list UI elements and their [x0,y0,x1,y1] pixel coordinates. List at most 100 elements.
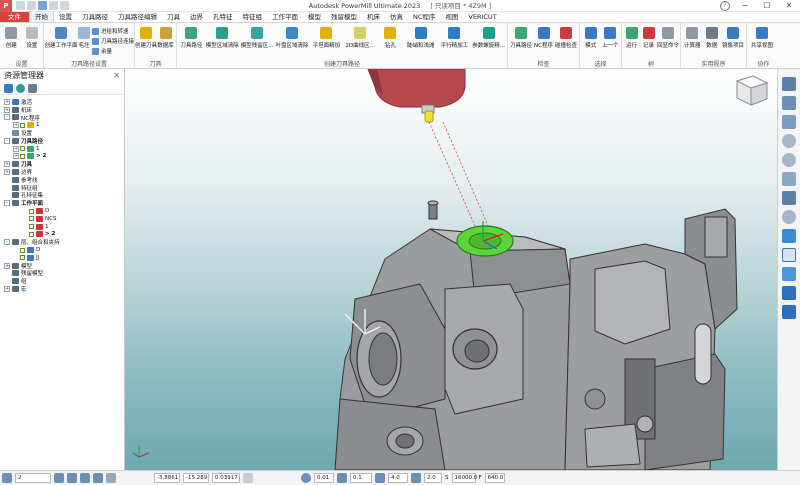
calculator-button[interactable]: 计算器 [683,25,701,49]
redo-icon[interactable] [60,1,69,10]
open-icon[interactable] [27,1,36,10]
tab-feature-groups[interactable]: 特征组 [238,12,268,22]
tolerance-field[interactable]: 0.01 [314,473,334,483]
select-icon[interactable] [782,286,796,300]
units-icon[interactable] [106,473,116,483]
select-mode-button[interactable]: 模式 [582,25,600,49]
stepdown-field[interactable]: 4.0 [388,473,408,483]
tree-node[interactable]: 设置 [0,129,124,137]
app-logo[interactable]: P [0,0,12,12]
previous-button[interactable]: 上一个 [602,25,620,49]
tab-tool[interactable]: 刀具 [162,12,185,22]
visibility-checkbox[interactable] [20,255,25,261]
tab-machine[interactable]: 机床 [362,12,385,22]
visibility-checkbox[interactable] [29,208,34,214]
save-icon[interactable] [38,1,47,10]
check-nc-button[interactable]: NC程序 [534,25,553,49]
drill-button[interactable]: 钻孔 [378,25,403,49]
steep-shallow-button[interactable]: 陡峭和浅滩 [405,25,437,49]
param-spiral-button[interactable]: 参数螺旋精... [472,25,505,49]
tab-stock-model[interactable]: 残留模型 [326,12,362,22]
tab-setup[interactable]: 设置 [54,12,77,22]
expand-toggle-icon[interactable]: + [4,106,10,113]
close-icon[interactable]: ✕ [113,71,120,80]
echo-button[interactable]: 回显命令 [657,25,679,49]
tree-node[interactable]: JJ [0,254,124,262]
curve-area-button[interactable]: 2D曲线区... [344,25,376,49]
tree-node[interactable]: - 层、组合和夹持 [0,238,124,246]
feed-rate-field[interactable]: 640.0 [484,473,505,483]
workplane-icon[interactable] [2,473,12,483]
spindle-speed-field[interactable]: 16000.0 [451,473,477,483]
tree-node[interactable]: - NC程序 [0,114,124,122]
parallel-finish-button[interactable]: 平行精加工 [438,25,470,49]
tree-node[interactable]: +1 [0,121,124,129]
expand-toggle-icon[interactable]: + [4,98,10,105]
globe-icon[interactable] [16,83,25,93]
tree-node[interactable]: 特征组 [0,184,124,192]
tab-nc-program[interactable]: NC程序 [408,12,440,22]
visibility-checkbox[interactable] [20,122,25,128]
visibility-checkbox[interactable] [20,153,25,159]
copy-icon[interactable] [243,473,253,483]
tree-node[interactable]: > 2 [0,231,124,239]
check-toolpath-button[interactable]: 刀具路径 [510,25,532,49]
tree-node[interactable]: + 机床 [0,106,124,114]
tree-node[interactable]: NCS [0,215,124,223]
shaded-icon[interactable] [782,229,796,243]
visibility-checkbox[interactable] [29,224,34,230]
toolpath-button[interactable]: 刀具路径 [179,25,204,49]
undo-icon[interactable] [49,1,58,10]
tree-node[interactable]: 组 [0,277,124,285]
tool-dia-icon[interactable] [411,473,421,483]
expand-toggle-icon[interactable]: - [4,114,10,121]
tool-diameter-field[interactable]: 2.0 [424,473,442,483]
stock-button[interactable]: 毛坯 [78,25,90,49]
model-area-clear-button[interactable]: 模型区域清除 [206,25,239,49]
view-front-icon[interactable] [782,96,796,110]
tree-node[interactable]: + > 2 [0,153,124,161]
tree-node[interactable]: + 激活 [0,98,124,106]
run-button[interactable]: 运行 [624,25,639,49]
minimize-button[interactable]: ─ [734,0,756,12]
tree-node[interactable]: - 工作平面 [0,199,124,207]
expand-toggle-icon[interactable]: - [4,200,10,207]
tree-node[interactable]: + 边界 [0,168,124,176]
record-button[interactable]: 记录 [641,25,656,49]
visibility-checkbox[interactable] [29,231,34,237]
settings-button[interactable]: 设置 [23,25,42,49]
wireframe-icon[interactable] [782,248,796,262]
model-rest-button[interactable]: 模型残留区... [241,25,273,49]
select-box-icon[interactable] [782,305,796,319]
measure-icon[interactable] [93,473,103,483]
expand-toggle-icon[interactable]: - [4,137,10,144]
view-iso-icon[interactable] [782,77,796,91]
axis-icon[interactable] [80,473,90,483]
tree-node[interactable]: - 刀具路径 [0,137,124,145]
expand-toggle-icon[interactable]: + [4,286,10,293]
create-button[interactable]: 创建 [2,25,21,49]
tree-node[interactable]: + 宏 [0,285,124,293]
zoom-window-icon[interactable] [782,210,796,224]
toolpath-connect-button[interactable]: 刀具路径连接 [92,37,134,45]
visibility-checkbox[interactable] [29,216,34,222]
visibility-checkbox[interactable] [20,247,25,253]
tab-boundary[interactable]: 边界 [185,12,208,22]
create-workplane-button[interactable]: 创建工作平面 [45,25,78,49]
rotate-icon[interactable] [782,172,796,186]
workplane-select[interactable]: 2 [15,473,51,483]
feeds-speeds-button[interactable]: 进给和转速 [92,27,134,35]
help-icon[interactable]: ? [720,1,730,11]
maximize-button[interactable]: ☐ [756,0,778,12]
model-view[interactable] [125,69,777,470]
stepover-field[interactable]: 0.1 [350,473,372,483]
tree-view-icon[interactable] [4,83,13,93]
collision-check-button[interactable]: 碰撞检查 [555,25,577,49]
tab-vericut[interactable]: VERICUT [463,12,501,22]
zoom-fit-icon[interactable] [782,115,796,129]
diameter-icon[interactable] [375,473,385,483]
tab-hole-features[interactable]: 孔特征 [208,12,238,22]
tab-toolpath[interactable]: 刀具路径 [77,12,113,22]
tab-simulation[interactable]: 仿真 [385,12,408,22]
shaded-edges-icon[interactable] [782,267,796,281]
